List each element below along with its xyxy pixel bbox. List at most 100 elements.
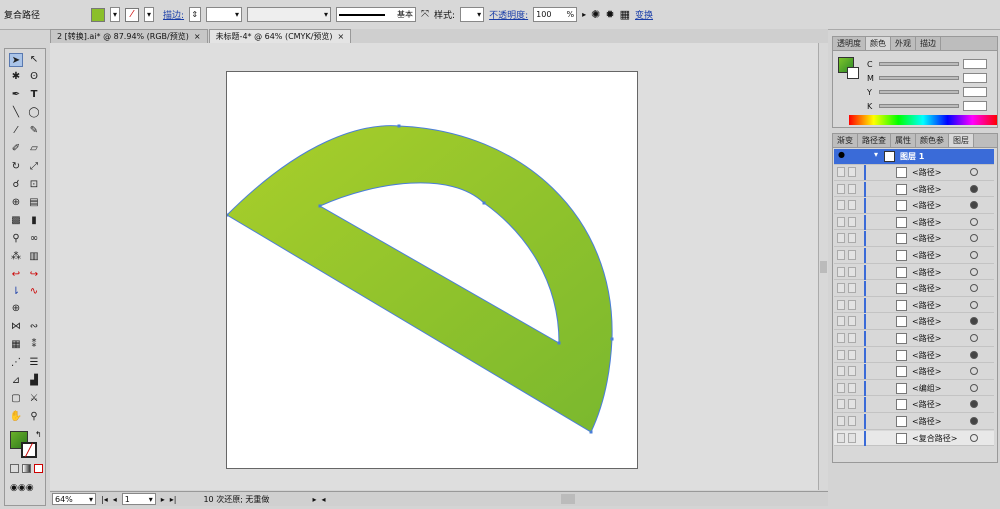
anchor-point[interactable] [482, 201, 486, 205]
lock-box[interactable] [848, 432, 856, 443]
target-icon[interactable] [970, 383, 978, 392]
visibility-box[interactable] [837, 216, 845, 227]
graphic-style-dropdown[interactable]: ▾ [460, 7, 485, 22]
visibility-box[interactable] [837, 233, 845, 244]
channel-value[interactable] [963, 73, 987, 83]
fill-swatch[interactable] [91, 7, 105, 22]
layer-item[interactable]: <路径> [834, 414, 994, 430]
paintbrush-tool-icon[interactable]: ⁄ [9, 124, 23, 138]
zoom-dropdown[interactable]: 64% ▾ [52, 493, 96, 505]
tab-gradient[interactable]: 渐变 [833, 134, 858, 147]
none-mode-icon[interactable] [34, 464, 43, 473]
target-icon[interactable] [970, 350, 978, 359]
rotate-tool-icon[interactable]: ↻ [9, 160, 23, 174]
stroke-label[interactable]: 描边: [163, 8, 184, 21]
stroke-swatch[interactable]: ⁄ [125, 7, 139, 22]
visibility-box[interactable] [837, 349, 845, 360]
stroke-weight-stepper[interactable]: ⇕ [189, 7, 202, 22]
layer-row[interactable]: ● ▾ 图层 1 [834, 149, 994, 165]
tab-transparency[interactable]: 透明度 [833, 37, 866, 50]
layer-item[interactable]: <路径> [834, 331, 994, 347]
gradient-mode-icon[interactable] [22, 464, 31, 473]
anchor-point[interactable] [227, 213, 229, 217]
target-icon[interactable] [970, 284, 978, 293]
layer-item[interactable]: <路径> [834, 281, 994, 297]
target-icon[interactable] [970, 334, 978, 342]
vertical-scrollbar[interactable] [818, 43, 828, 490]
crosshair-icon[interactable]: ⊕ [9, 302, 23, 316]
lock-box[interactable] [848, 366, 856, 377]
tab-color-guide[interactable]: 颜色参 [916, 134, 949, 147]
channel-slider[interactable] [879, 76, 959, 80]
pen-tool-icon[interactable]: ✒ [9, 88, 23, 102]
color-mode-icon[interactable] [10, 464, 19, 473]
stroke-weight-field[interactable]: ▾ [206, 7, 243, 22]
tab-color[interactable]: 颜色 [866, 37, 891, 50]
transform-label[interactable]: 变换 [635, 8, 653, 21]
lock-box[interactable] [848, 316, 856, 327]
twirl-icon[interactable]: ⁑ [27, 338, 41, 352]
visibility-box[interactable] [837, 266, 845, 277]
target-icon[interactable] [970, 234, 978, 243]
eraser-tool-icon[interactable]: ▱ [27, 142, 41, 156]
grid-icon[interactable]: ▦ [9, 338, 23, 352]
anchor-point[interactable] [397, 124, 401, 128]
gradient-tool-icon[interactable]: ▮ [27, 214, 41, 228]
lasso-tool-icon[interactable]: ʘ [27, 70, 41, 84]
layer-item[interactable]: <路径> [834, 364, 994, 380]
channel-value[interactable] [963, 59, 987, 69]
spectrum-bar[interactable] [849, 115, 997, 125]
ellipse-tool-icon[interactable]: ◯ [27, 106, 41, 120]
layer-item[interactable]: <路径> [834, 198, 994, 214]
tab-attributes[interactable]: 属性 [891, 134, 916, 147]
close-icon[interactable]: × [338, 30, 345, 43]
symbol-sprayer-tool-icon[interactable]: ⁂ [9, 250, 23, 264]
target-icon[interactable] [970, 317, 978, 326]
zoom-tool-icon[interactable]: ⚲ [27, 410, 41, 424]
red-arc-icon[interactable]: ↪ [27, 268, 41, 282]
target-icon[interactable] [970, 400, 978, 409]
layer-item[interactable]: <路径> [834, 314, 994, 330]
align-icon[interactable]: ▦ [620, 8, 630, 21]
target-icon[interactable] [970, 367, 978, 376]
scroll-left-icon[interactable]: ◂ [321, 495, 325, 504]
blue-vector-icon[interactable]: ⇂ [9, 285, 23, 299]
protractor-artwork[interactable] [227, 72, 639, 470]
visibility-box[interactable] [837, 200, 845, 211]
color-stroke-swatch[interactable] [847, 67, 859, 79]
layer-item[interactable]: <编组> [834, 380, 994, 397]
close-icon[interactable]: × [194, 30, 201, 43]
channel-value[interactable] [963, 101, 987, 111]
envelope-icon[interactable]: ∾ [27, 320, 41, 334]
target-icon[interactable] [970, 300, 978, 309]
target-icon[interactable] [970, 217, 978, 226]
lock-box[interactable] [848, 283, 856, 294]
lock-box[interactable] [848, 416, 856, 426]
column-graph-tool-icon[interactable]: ▥ [27, 250, 41, 264]
visibility-box[interactable] [837, 250, 845, 260]
visibility-box[interactable] [837, 283, 845, 294]
target-icon[interactable] [970, 251, 978, 259]
visibility-box[interactable] [837, 167, 845, 177]
artboard[interactable] [226, 71, 638, 469]
artboard-tool-icon[interactable]: ▢ [9, 392, 23, 406]
magic-wand-tool-icon[interactable]: ✱ [9, 70, 23, 84]
flip-icon[interactable]: ⤧ [421, 9, 429, 20]
visibility-box[interactable] [837, 432, 845, 443]
pencil-tool-icon[interactable]: ✎ [27, 124, 41, 138]
type-tool-icon[interactable]: T [27, 88, 41, 102]
shape-builder-tool-icon[interactable]: ⊕ [9, 196, 23, 210]
stroke-dropdown[interactable]: ▾ [144, 7, 154, 22]
anchor-point[interactable] [557, 341, 561, 345]
layer-item[interactable]: <路径> [834, 347, 994, 364]
expand-icon[interactable]: ▾ [874, 150, 878, 159]
draw-mode-icon[interactable]: ◉◉◉ [10, 483, 34, 493]
wave-icon[interactable]: ∿ [27, 285, 41, 299]
slice-tool-icon[interactable]: ⊿ [9, 374, 23, 388]
anchor-point[interactable] [610, 337, 614, 341]
lock-box[interactable] [848, 183, 856, 194]
fill-dropdown[interactable]: ▾ [110, 7, 120, 22]
channel-slider[interactable] [879, 62, 959, 66]
layer-item[interactable]: <路径> [834, 248, 994, 264]
eye-icon[interactable]: ● [838, 150, 845, 159]
